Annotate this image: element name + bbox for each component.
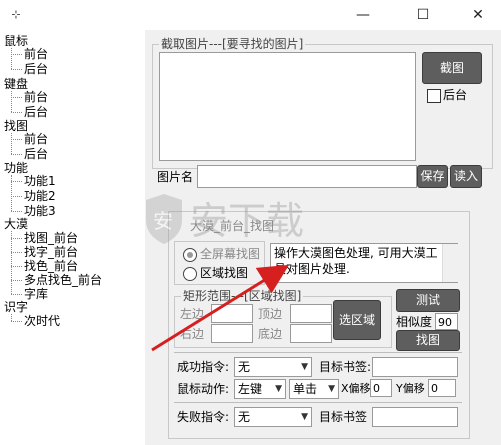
title-bar: ⊹ — ☐ ✕ [0,0,501,30]
svg-text:安: 安 [153,209,173,233]
y-offset-label: Y偏移 [396,382,425,395]
chevron-down-icon: ▼ [328,384,335,394]
tree-item-findimage-back[interactable]: 后台 [24,147,48,161]
tree-item-function1[interactable]: 功能1 [24,174,56,188]
target-bookmark-label-1: 目标书签: [319,360,372,374]
capture-button[interactable]: 截图 [422,52,482,84]
right-input[interactable] [211,324,253,343]
click-type-select[interactable]: 单击 ▼ [289,379,339,399]
capture-group-title: 截取图片---[要寻找的图片] [159,37,306,51]
tree-node-findimage[interactable]: 找图 [4,119,28,133]
similarity-label: 相似度 [396,315,433,329]
tree-item-function2[interactable]: 功能2 [24,189,56,203]
tree-item-findimage-front[interactable]: 前台 [24,132,48,146]
watermark-text: 安下载 [190,199,304,243]
captured-image-preview [159,52,416,161]
top-label: 顶边 [258,307,283,321]
similarity-input[interactable]: 90 [435,313,458,330]
tree-item-keyboard-back[interactable]: 后台 [24,105,48,119]
tree-item-function3[interactable]: 功能3 [24,204,56,218]
description-scrollbar[interactable] [442,244,458,282]
save-button[interactable]: 保存 [417,165,448,188]
tree-item-ocr-nextgen[interactable]: 次时代 [24,314,60,328]
success-cmd-label: 成功指令: [177,360,230,374]
tree-node-ocr[interactable]: 识字 [4,300,28,314]
region-radio-label: 区域找图 [200,266,249,280]
click-type-value: 单击 [293,382,318,396]
right-label: 右边 [180,327,205,341]
target-bookmark-input-1[interactable] [372,357,458,377]
target-bookmark-input-2[interactable] [372,407,458,427]
x-offset-label: X偏移 [341,382,371,395]
fail-cmd-value: 无 [238,410,251,424]
maximize-button[interactable]: ☐ [400,0,446,30]
function-tree[interactable]: 鼠标 前台 后台 键盘 前台 后台 找图 前台 后台 功能 功能1 功能2 功能… [0,30,145,445]
watermark-logo: 安 安下载 [140,190,380,250]
fail-cmd-select[interactable]: 无 ▼ [234,407,312,427]
chevron-down-icon: ▼ [301,362,308,372]
fullscreen-radio[interactable] [183,248,197,262]
region-radio[interactable] [183,267,197,281]
tree-item-dm-findtext[interactable]: 找字_前台 [24,245,78,259]
tree-item-dm-findcolor[interactable]: 找色_前台 [24,259,78,273]
mouse-button-value: 左键 [238,382,263,396]
tree-item-keyboard-front[interactable]: 前台 [24,90,48,104]
tree-node-functions[interactable]: 功能 [4,161,28,175]
top-input[interactable] [290,304,332,323]
bottom-input[interactable] [290,324,332,343]
left-input[interactable] [211,304,253,323]
mouse-action-label: 鼠标动作: [177,382,230,396]
target-bookmark-label-2: 目标书签 [319,410,368,424]
tree-item-dm-findimage[interactable]: 找图_前台 [24,231,78,245]
load-button[interactable]: 读入 [450,165,482,188]
close-button[interactable]: ✕ [455,0,501,30]
tree-item-mouse-back[interactable]: 后台 [24,62,48,76]
tree-node-keyboard[interactable]: 键盘 [4,77,28,91]
chevron-down-icon: ▼ [301,412,308,422]
find-image-button[interactable]: 找图 [396,330,460,351]
bottom-label: 底边 [258,327,283,341]
select-region-button[interactable]: 选区域 [333,300,381,340]
y-offset-input[interactable]: 0 [428,379,456,397]
tree-item-dm-multicolor[interactable]: 多点找色_前台 [24,273,102,287]
tree-item-mouse-front[interactable]: 前台 [24,47,48,61]
tree-item-dm-fontlib[interactable]: 字库 [24,287,48,301]
rect-range-title: 矩形范围---[区域找图] [181,289,304,303]
background-checkbox-label: 后台 [443,88,468,102]
app-icon: ⊹ [11,8,21,21]
left-label: 左边 [180,307,205,321]
image-name-input[interactable] [197,165,417,188]
tree-node-dm[interactable]: 大漠 [4,217,28,231]
watermark-shield-icon: 安 安下载 [146,194,304,244]
minimize-button[interactable]: — [340,0,386,30]
image-name-label: 图片名 [157,170,194,184]
mouse-button-select[interactable]: 左键 ▼ [234,379,286,399]
fail-cmd-label: 失败指令: [177,410,230,424]
success-cmd-select[interactable]: 无 ▼ [234,357,312,377]
background-checkbox[interactable] [427,89,441,103]
test-button[interactable]: 测试 [396,289,460,312]
success-cmd-value: 无 [238,360,251,374]
chevron-down-icon: ▼ [275,384,282,394]
tree-node-mouse[interactable]: 鼠标 [4,34,28,48]
x-offset-input[interactable]: 0 [370,379,392,397]
